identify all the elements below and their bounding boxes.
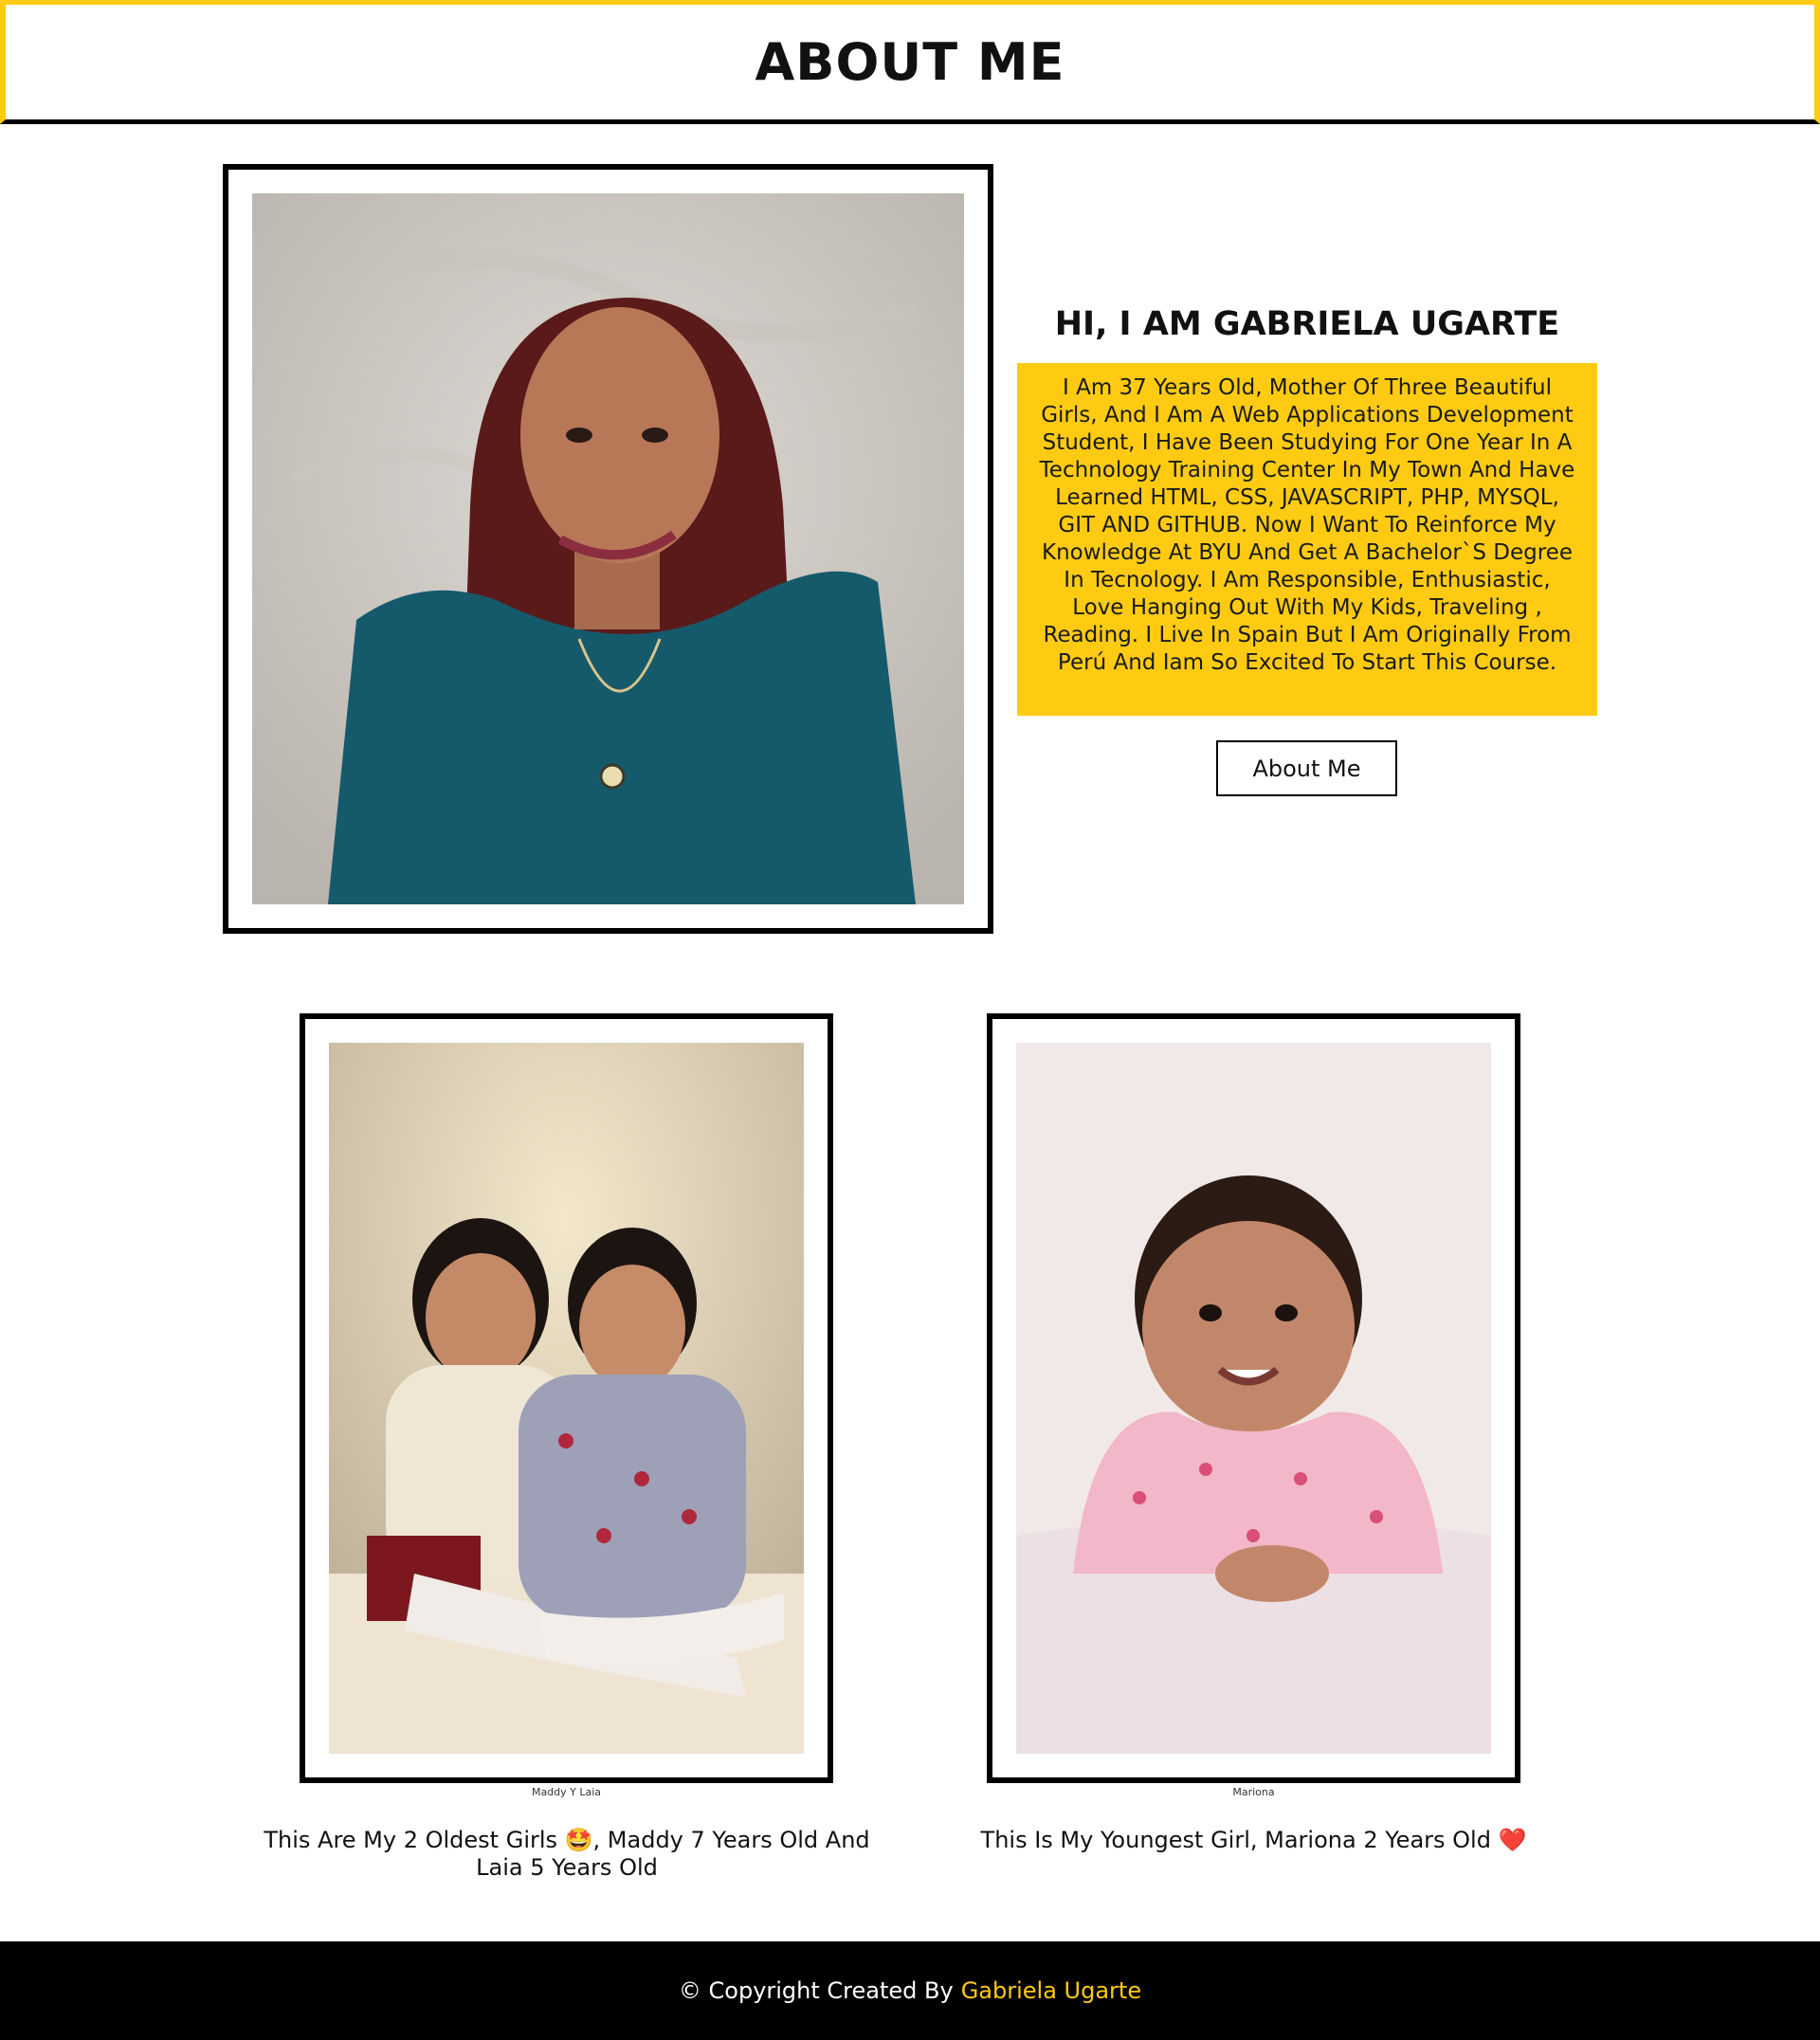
girls-photo xyxy=(329,1043,804,1754)
baby-description: This Is My Youngest Girl, Mariona 2 Year… xyxy=(980,1827,1527,1853)
baby-photo xyxy=(1016,1043,1491,1754)
about-me-button[interactable]: About Me xyxy=(1216,740,1397,796)
baby-photo-frame xyxy=(987,1013,1520,1783)
page-header: ABOUT ME xyxy=(0,0,1820,124)
page-title: ABOUT ME xyxy=(755,32,1065,92)
page-footer: © Copyright Created By Gabriela Ugarte xyxy=(0,1941,1820,2040)
girls-description: This Are My 2 Oldest Girls 🤩, Maddy 7 Ye… xyxy=(264,1827,870,1881)
portrait-frame xyxy=(223,164,993,934)
intro-heading: HI, I AM GABRIELA UGARTE xyxy=(1054,305,1560,343)
copyright-text: © Copyright Created By xyxy=(678,1977,954,2004)
intro-bio: I Am 37 Years Old, Mother Of Three Beaut… xyxy=(1017,363,1597,716)
baby-photo-caption: Mariona xyxy=(1232,1786,1275,1798)
girls-photo-caption: Maddy Y Laia xyxy=(531,1786,602,1798)
girls-photo-frame xyxy=(300,1013,833,1783)
portrait-photo xyxy=(252,193,964,904)
footer-author-link[interactable]: Gabriela Ugarte xyxy=(961,1977,1141,2004)
